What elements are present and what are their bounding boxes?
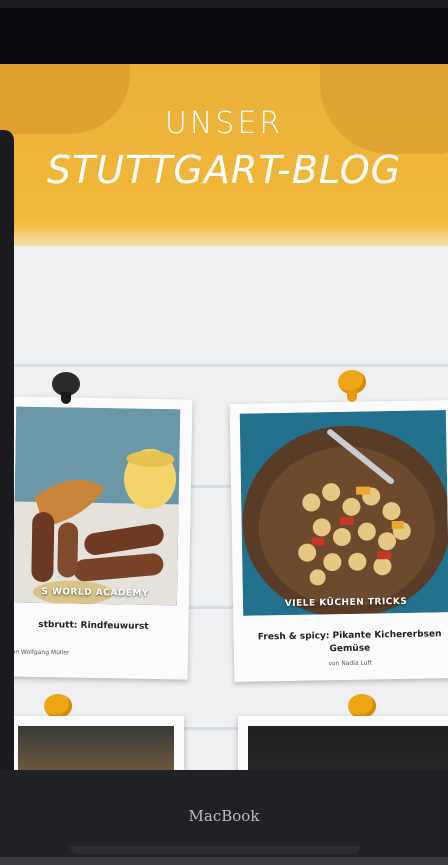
post-author: von Wolfgang Müller — [7, 648, 70, 657]
laptop-hinge — [70, 846, 360, 854]
pin-stem — [61, 392, 71, 404]
hero-title: STUTTGART-BLOG — [46, 148, 402, 192]
post-image-sausages: S WORLD ACADEMY — [12, 406, 181, 606]
laptop-top-edge — [0, 0, 448, 8]
overlapping-device-edge — [0, 130, 14, 770]
blog-post-card[interactable]: VIELE KÜCHEN TRICKS Fresh & spicy: Pikan… — [229, 400, 448, 682]
blog-post-card[interactable] — [238, 716, 448, 770]
blog-post-card[interactable]: S WORLD ACADEMY stbrutt: Rindfeuwurst vo… — [1, 396, 193, 680]
post-author: von Nadia Luft — [328, 659, 372, 668]
laptop-bottom-edge — [0, 857, 448, 865]
post-image-partial — [18, 726, 174, 770]
hero-banner: UNSER STUTTGART-BLOG — [0, 64, 448, 252]
laptop-top-bezel — [0, 0, 448, 64]
blog-post-card[interactable] — [8, 716, 184, 770]
post-title[interactable]: stbrutt: Rindfeuwurst — [8, 618, 178, 634]
post-image-chickpeas: VIELE KÜCHEN TRICKS — [239, 410, 448, 616]
post-image-partial — [248, 726, 448, 770]
pin-stem — [347, 390, 357, 402]
post-title[interactable]: Fresh & spicy: Pikante Kichererbsen Gemü… — [252, 628, 448, 657]
laptop-screen: UNSER STUTTGART-BLOG S WORLD ACADEMY stb… — [0, 64, 448, 770]
device-brand-label: MacBook — [188, 807, 260, 825]
pin-icon — [338, 370, 366, 404]
pin-icon — [52, 372, 80, 406]
hero-subtitle: UNSER — [164, 106, 284, 141]
